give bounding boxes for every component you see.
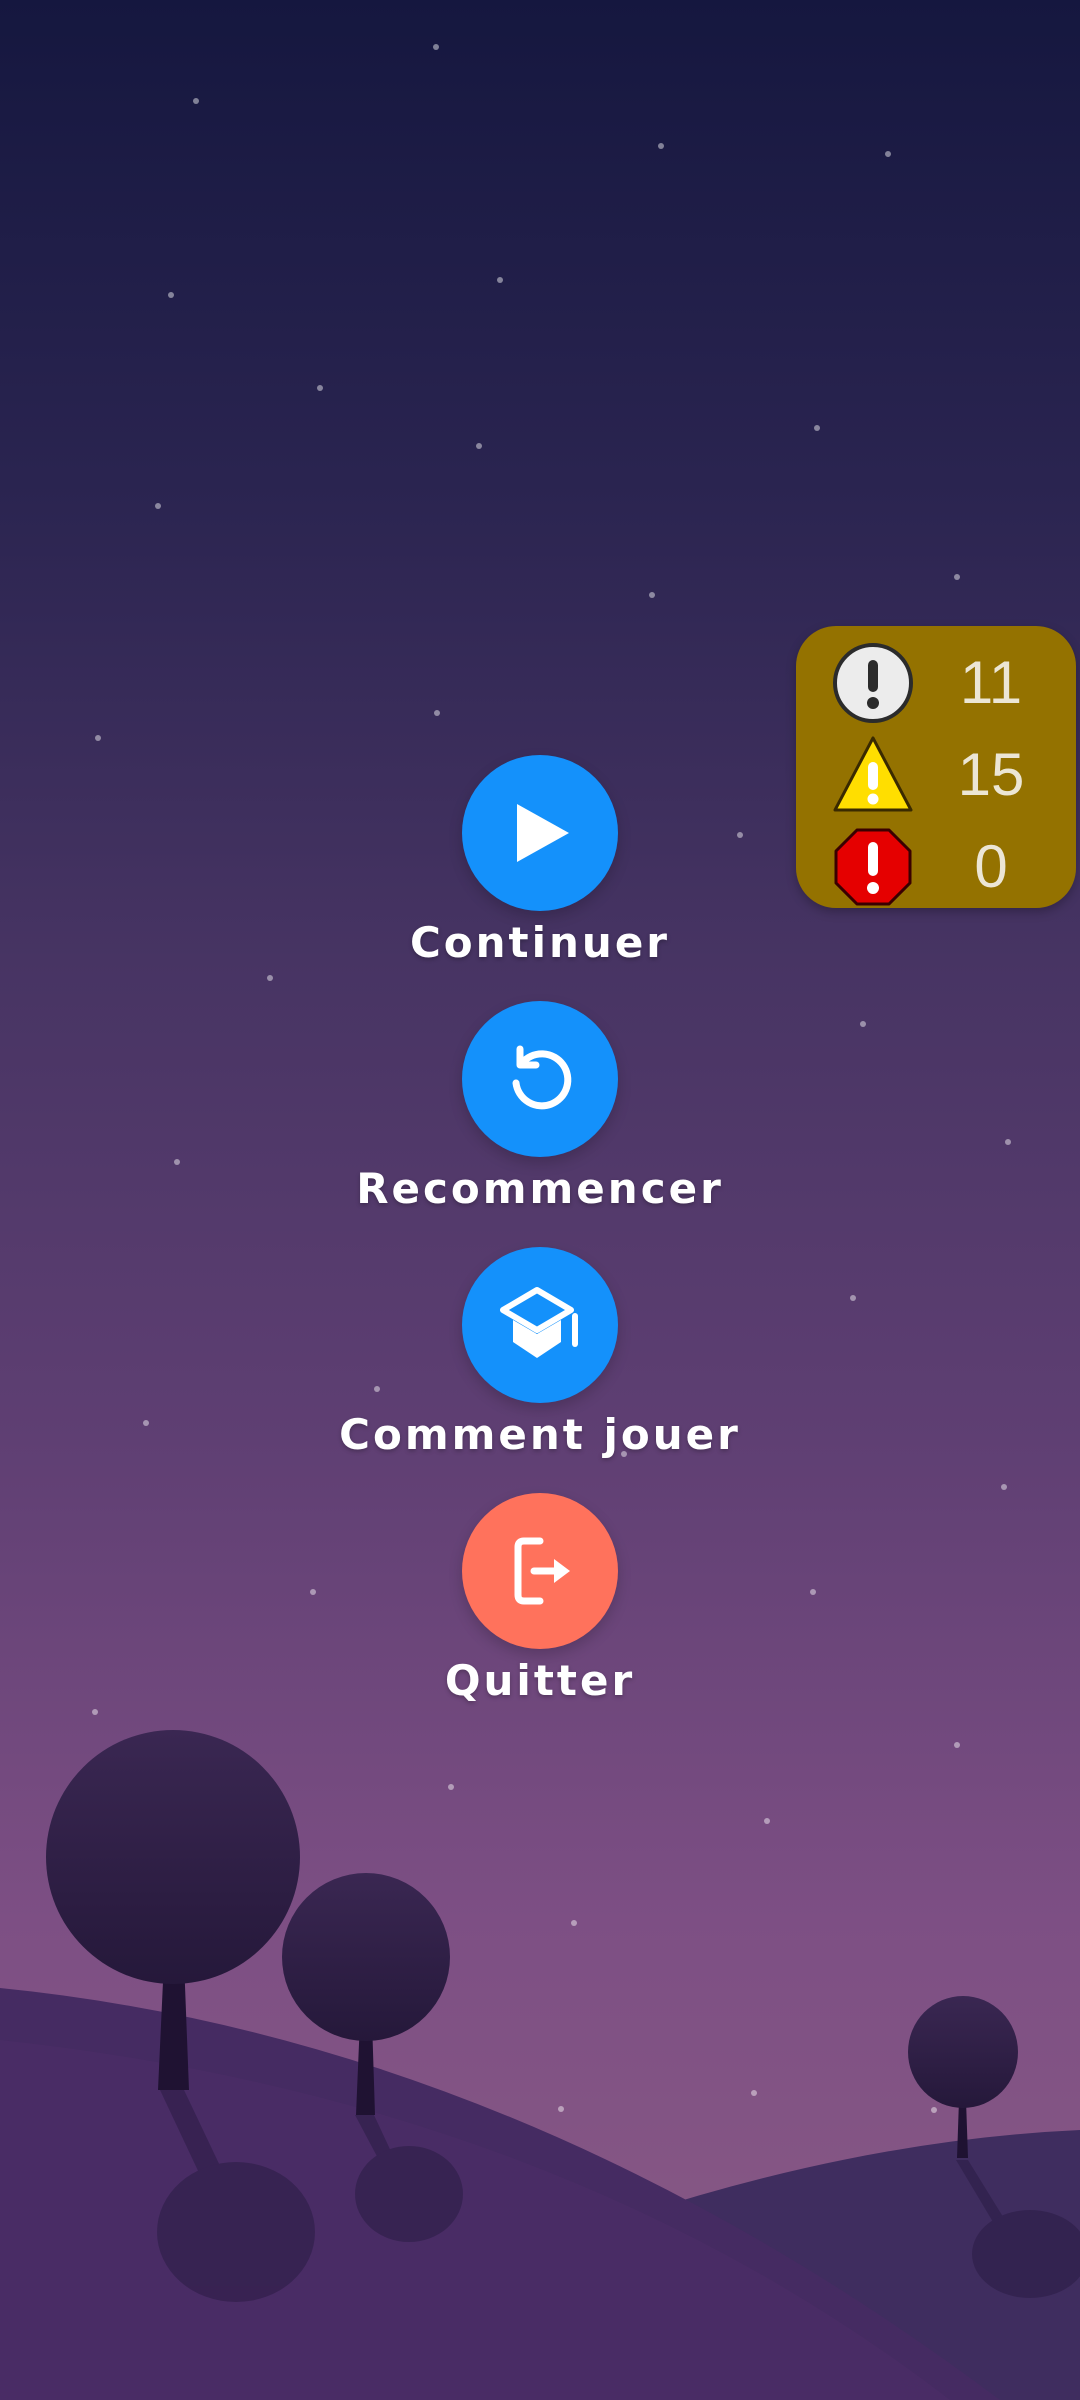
play-icon [517, 804, 569, 862]
error-stop-icon [834, 828, 912, 906]
warning-triangle-icon [833, 736, 913, 812]
restart-label: Recommencer [356, 1164, 724, 1213]
restart-button[interactable] [462, 1001, 618, 1157]
warning-count: 15 [957, 741, 1025, 808]
info-exclamation-icon [833, 643, 913, 723]
error-count: 0 [974, 833, 1008, 900]
error-counter: 0 [796, 818, 1076, 908]
quit-label: Quitter [444, 1656, 636, 1705]
continue-button[interactable] [462, 755, 618, 911]
exit-icon [514, 1537, 570, 1605]
quit-button[interactable] [462, 1493, 618, 1649]
restart-icon [512, 1045, 572, 1110]
how-to-play-label: Comment jouer [339, 1410, 741, 1459]
warning-counter: 15 [796, 726, 1076, 816]
status-counter-panel: 11 15 0 [796, 626, 1076, 908]
how-to-play-button[interactable] [462, 1247, 618, 1403]
continue-label: Continuer [409, 918, 671, 967]
info-counter: 11 [796, 634, 1076, 724]
tree-small [908, 1996, 1018, 2158]
graduation-cap-icon [500, 1287, 578, 1358]
info-count: 11 [959, 649, 1023, 716]
